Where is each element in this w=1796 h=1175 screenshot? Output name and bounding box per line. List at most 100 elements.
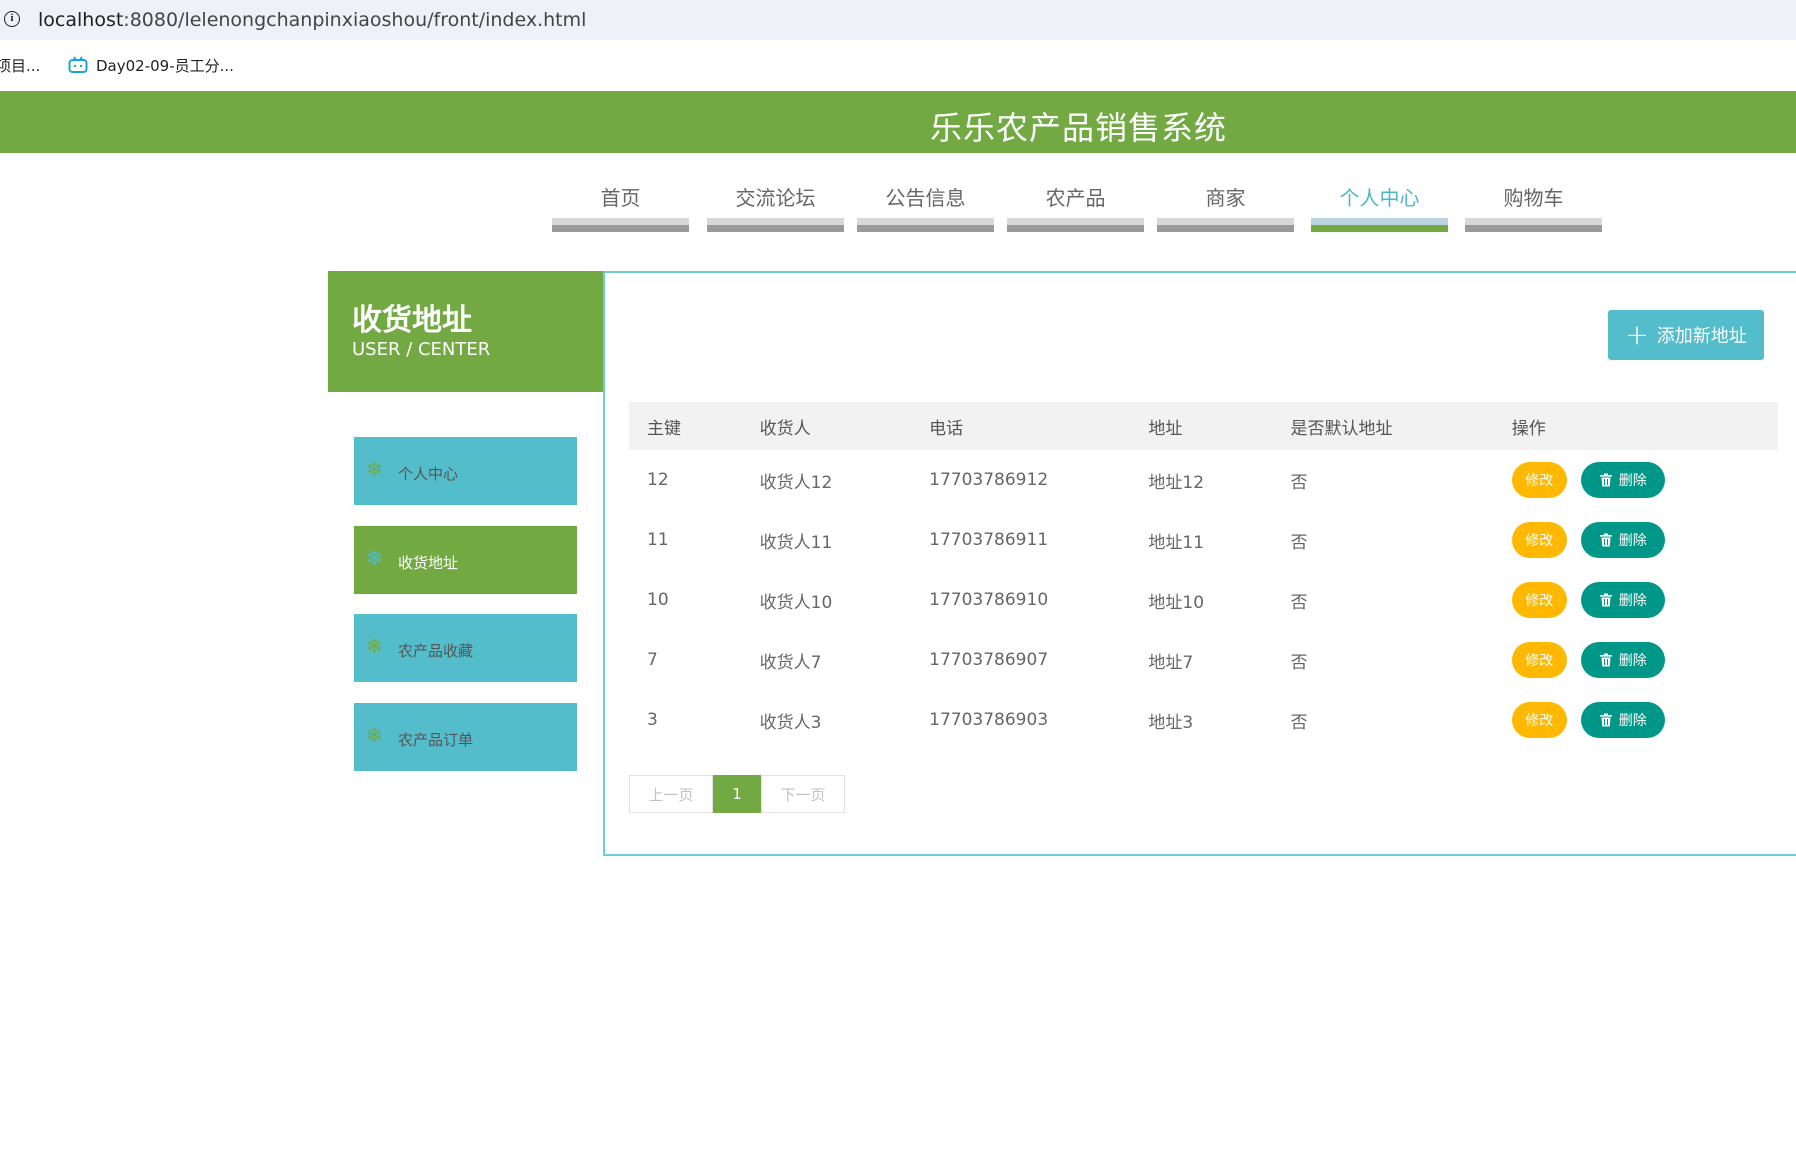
delete-button[interactable]: 删除 <box>1580 582 1665 618</box>
table-row: 11 收货人11 17703786911 地址11 否 修改 删除 <box>629 510 1778 570</box>
bookmark-label: Day02-09-员工分... <box>96 56 234 75</box>
nav-item-forum[interactable]: 交流论坛 <box>707 176 844 232</box>
snowflake-icon: ❄ <box>366 457 383 481</box>
nav-underline <box>857 225 994 232</box>
delete-label: 删除 <box>1618 593 1647 609</box>
nav-underline <box>1157 225 1294 232</box>
delete-button[interactable]: 删除 <box>1580 702 1665 738</box>
sidebar-item-orders[interactable]: ❄ 农产品订单 <box>354 703 577 771</box>
url-text[interactable]: localhost:8080/lelenongchanpinxiaoshou/f… <box>38 9 586 31</box>
trash-icon <box>1599 593 1612 607</box>
next-page-button[interactable]: 下一页 <box>761 775 845 813</box>
column-header: 电话 <box>911 402 1131 450</box>
add-address-button[interactable]: + 添加新地址 <box>1608 310 1764 360</box>
nav-label: 交流论坛 <box>735 186 816 210</box>
cell-address: 地址3 <box>1148 712 1194 733</box>
delete-label: 删除 <box>1618 533 1647 549</box>
table-row: 12 收货人12 17703786912 地址12 否 修改 删除 <box>629 450 1778 510</box>
nav-item-user-center[interactable]: 个人中心 <box>1311 176 1448 232</box>
plus-icon: + <box>1625 318 1649 351</box>
snowflake-icon: ❄ <box>366 634 383 658</box>
cell-id: 10 <box>647 590 669 610</box>
cell-actions: 修改 删除 <box>1494 630 1778 690</box>
nav-item-cart[interactable]: 购物车 <box>1465 176 1602 232</box>
nav-underline <box>1311 225 1448 232</box>
cell-address: 地址7 <box>1148 652 1194 673</box>
cell-phone: 17703786907 <box>929 650 1049 670</box>
bookmark-item[interactable]: 项目... <box>0 55 40 76</box>
cell-actions: 修改 删除 <box>1494 510 1778 570</box>
nav-item-notices[interactable]: 公告信息 <box>857 176 994 232</box>
sidebar-item-favorites[interactable]: ❄ 农产品收藏 <box>354 614 577 682</box>
cell-phone: 17703786903 <box>929 710 1049 730</box>
add-address-label: 添加新地址 <box>1656 326 1747 347</box>
cell-actions: 修改 删除 <box>1494 690 1778 750</box>
nav-label: 购物车 <box>1503 186 1564 210</box>
nav-underline <box>1465 225 1602 232</box>
cell-phone: 17703786910 <box>929 590 1049 610</box>
bilibili-tv-icon <box>68 56 88 73</box>
edit-button[interactable]: 修改 <box>1511 642 1567 678</box>
site-info-icon[interactable]: i <box>4 11 20 27</box>
cell-address: 地址12 <box>1148 472 1205 493</box>
browser-url-bar[interactable]: i localhost:8080/lelenongchanpinxiaoshou… <box>0 0 1796 40</box>
trash-icon <box>1599 533 1612 547</box>
bookmark-item[interactable]: Day02-09-员工分... <box>68 53 234 77</box>
delete-button[interactable]: 删除 <box>1580 642 1665 678</box>
sidebar-item-address[interactable]: ❄ 收货地址 <box>354 526 577 594</box>
delete-button[interactable]: 删除 <box>1580 522 1665 558</box>
delete-button[interactable]: 删除 <box>1580 462 1665 498</box>
column-header: 主键 <box>629 402 742 450</box>
cell-address: 地址10 <box>1148 592 1205 613</box>
cell-name: 收货人10 <box>759 592 833 613</box>
site-title: 乐乐农产品销售系统 <box>930 109 1228 147</box>
nav-underline <box>707 225 844 232</box>
nav-item-merchants[interactable]: 商家 <box>1157 176 1294 232</box>
sidebar-item-user-center[interactable]: ❄ 个人中心 <box>354 437 577 505</box>
sidebar-item-label: 个人中心 <box>398 465 459 483</box>
column-header: 地址 <box>1130 402 1273 450</box>
column-header: 是否默认地址 <box>1272 402 1494 450</box>
delete-label: 删除 <box>1618 713 1647 729</box>
page-number-button[interactable]: 1 <box>713 775 761 813</box>
cell-default: 否 <box>1290 472 1308 493</box>
sidebar-header: 收货地址 USER / CENTER <box>328 271 603 392</box>
sidebar-item-label: 农产品订单 <box>398 731 474 749</box>
table-row: 3 收货人3 17703786903 地址3 否 修改 删除 <box>629 690 1778 750</box>
site-header: 乐乐农产品销售系统 <box>0 91 1796 153</box>
cell-name: 收货人12 <box>759 472 833 493</box>
table-row: 10 收货人10 17703786910 地址10 否 修改 删除 <box>629 570 1778 630</box>
delete-label: 删除 <box>1618 653 1647 669</box>
bookmarks-bar: 项目... Day02-09-员工分... <box>0 40 1796 90</box>
nav-label: 商家 <box>1205 186 1246 210</box>
sidebar-item-label: 收货地址 <box>398 554 459 572</box>
nav-item-products[interactable]: 农产品 <box>1007 176 1144 232</box>
sidebar-subtitle: USER / CENTER <box>352 339 491 360</box>
table-row: 7 收货人7 17703786907 地址7 否 修改 删除 <box>629 630 1778 690</box>
snowflake-icon: ❄ <box>366 723 383 747</box>
nav-underline <box>1007 225 1144 232</box>
edit-button[interactable]: 修改 <box>1511 582 1567 618</box>
address-table: 主键 收货人 电话 地址 是否默认地址 操作 12 收货人12 17703786… <box>629 402 1778 750</box>
delete-label: 删除 <box>1618 473 1647 489</box>
cell-phone: 17703786912 <box>929 470 1049 490</box>
cell-name: 收货人3 <box>759 712 822 733</box>
cell-id: 7 <box>647 650 658 670</box>
cell-default: 否 <box>1290 652 1308 673</box>
edit-button[interactable]: 修改 <box>1511 522 1567 558</box>
table-header-row: 主键 收货人 电话 地址 是否默认地址 操作 <box>629 402 1778 450</box>
trash-icon <box>1599 713 1612 727</box>
edit-button[interactable]: 修改 <box>1511 462 1567 498</box>
cell-phone: 17703786911 <box>929 530 1049 550</box>
cell-default: 否 <box>1290 712 1308 733</box>
nav-item-home[interactable]: 首页 <box>552 176 689 232</box>
nav-label: 个人中心 <box>1339 186 1420 210</box>
cell-address: 地址11 <box>1148 532 1205 553</box>
prev-page-button[interactable]: 上一页 <box>629 775 713 813</box>
column-header: 操作 <box>1493 402 1778 450</box>
nav-label: 农产品 <box>1045 186 1106 210</box>
cell-default: 否 <box>1290 592 1308 613</box>
edit-button[interactable]: 修改 <box>1511 702 1567 738</box>
cell-default: 否 <box>1290 532 1308 553</box>
pagination: 上一页 1 下一页 <box>629 775 845 813</box>
